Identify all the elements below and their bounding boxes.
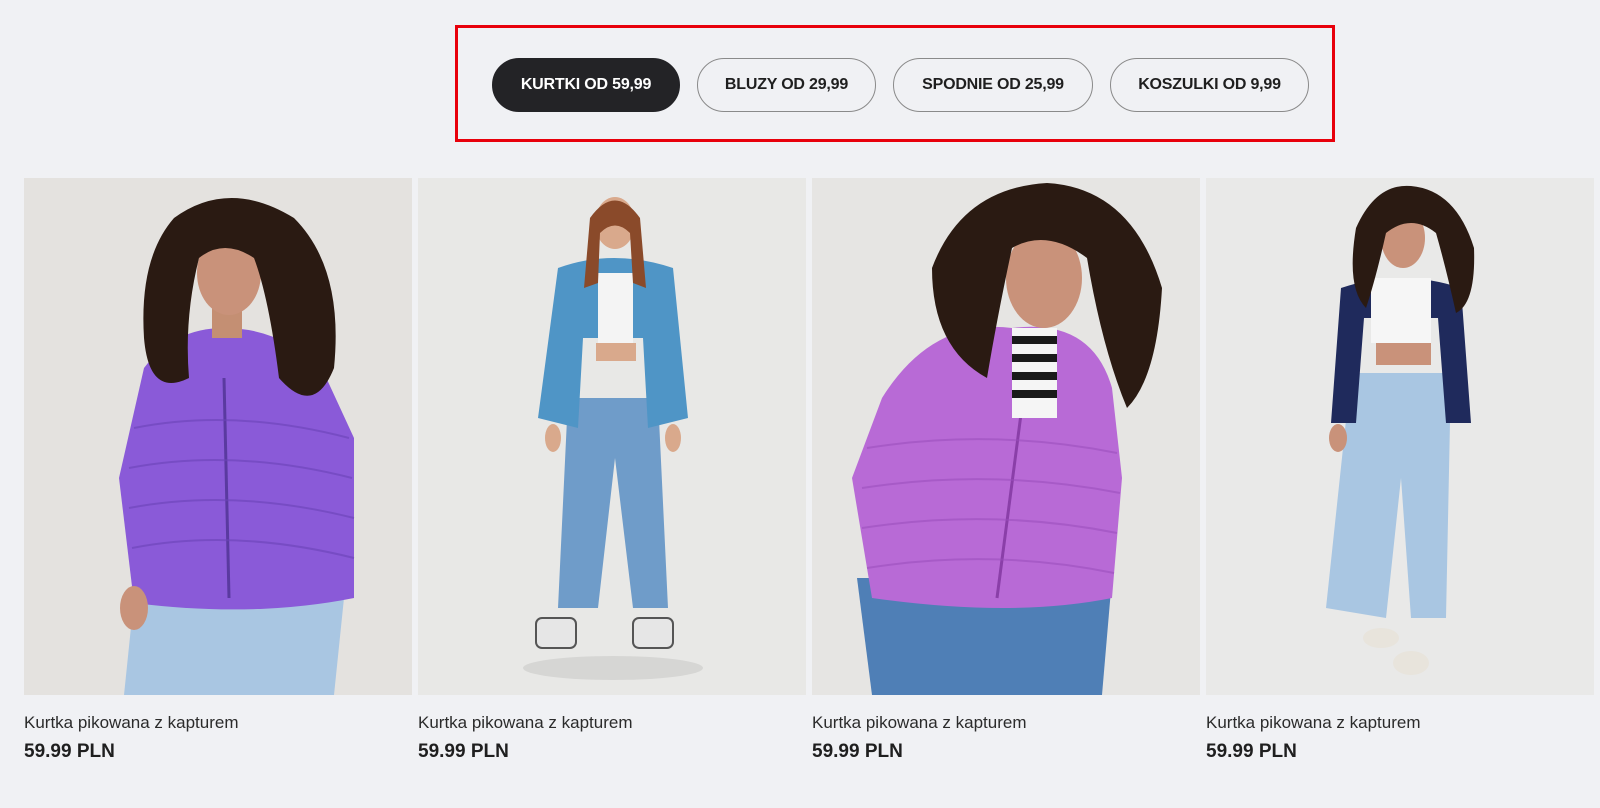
product-title[interactable]: Kurtka pikowana z kapturem: [418, 712, 806, 734]
model-illustration: [24, 178, 412, 695]
filter-pill-bluzy[interactable]: BLUZY OD 29,99: [697, 58, 876, 112]
product-photo[interactable]: [418, 178, 806, 695]
category-filter-pills: KURTKI OD 59,99 BLUZY OD 29,99 SPODNIE O…: [492, 58, 1309, 112]
page: KURTKI OD 59,99 BLUZY OD 29,99 SPODNIE O…: [0, 0, 1600, 808]
product-photo[interactable]: [1206, 178, 1594, 695]
filter-pill-kurtki[interactable]: KURTKI OD 59,99: [492, 58, 680, 112]
filter-pill-spodnie[interactable]: SPODNIE OD 25,99: [893, 58, 1093, 112]
product-price: 59.99 PLN: [418, 741, 509, 762]
product-title[interactable]: Kurtka pikowana z kapturem: [1206, 712, 1594, 734]
product-card[interactable]: Kurtka pikowana z kapturem 59.99 PLN: [24, 178, 412, 763]
model-illustration: [418, 178, 806, 695]
product-photo[interactable]: [24, 178, 412, 695]
product-price: 59.99 PLN: [812, 741, 903, 762]
model-illustration: [812, 178, 1200, 695]
filter-pill-koszulki[interactable]: KOSZULKI OD 9,99: [1110, 58, 1309, 112]
product-card[interactable]: Kurtka pikowana z kapturem 59.99 PLN: [418, 178, 806, 763]
product-grid: Kurtka pikowana z kapturem 59.99 PLN Kur…: [24, 178, 1594, 763]
product-price: 59.99 PLN: [24, 741, 115, 762]
product-price: 59.99 PLN: [1206, 741, 1297, 762]
product-card[interactable]: Kurtka pikowana z kapturem 59.99 PLN: [1206, 178, 1594, 763]
product-title[interactable]: Kurtka pikowana z kapturem: [812, 712, 1200, 734]
model-illustration: [1206, 178, 1594, 695]
product-photo[interactable]: [812, 178, 1200, 695]
product-title[interactable]: Kurtka pikowana z kapturem: [24, 712, 412, 734]
product-card[interactable]: Kurtka pikowana z kapturem 59.99 PLN: [812, 178, 1200, 763]
